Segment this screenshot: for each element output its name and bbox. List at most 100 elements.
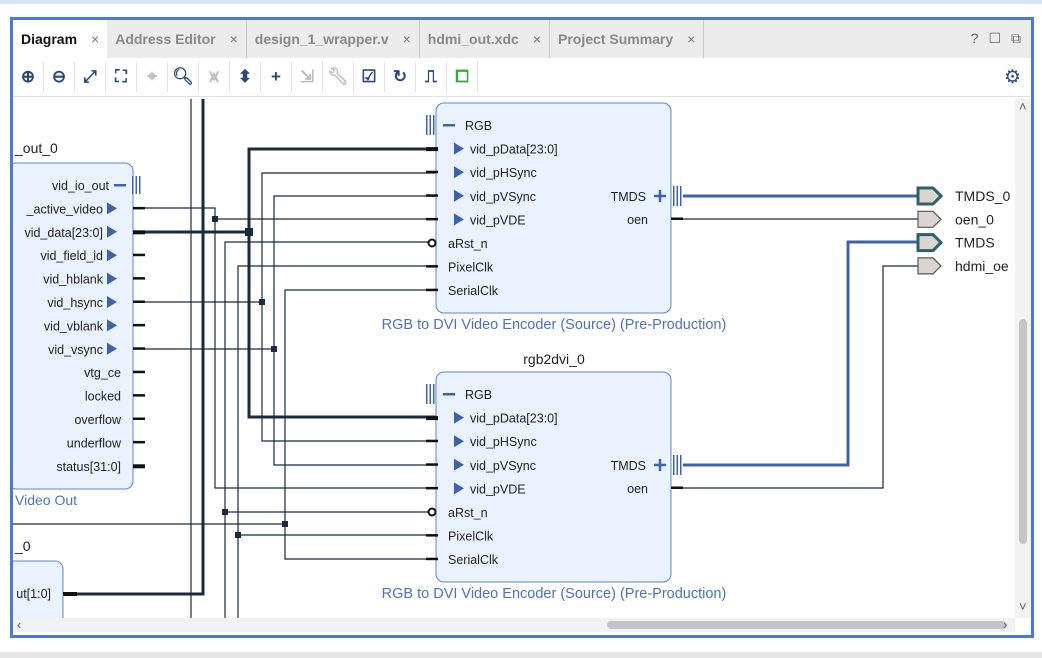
auto-connect-icon[interactable]: ⌖ bbox=[137, 62, 168, 92]
pin-label: vid_pVDE bbox=[470, 213, 526, 227]
bus-bar bbox=[135, 176, 137, 194]
tab-design-wrapper[interactable]: design_1_wrapper.v × bbox=[247, 20, 420, 58]
encoder-block-2[interactable]: rgb2dvi_0 RGB vid_pData[23:0] vid_pHSyncvid… bbox=[382, 351, 727, 602]
pin-stub bbox=[133, 440, 145, 444]
pin-label: underflow bbox=[67, 436, 122, 450]
scroll-down-icon[interactable]: ˅ bbox=[1019, 599, 1027, 614]
diagram-canvas[interactable]: _out_0 Video Out vid_io_out _active_video… bbox=[13, 99, 1015, 618]
port-label: hdmi_oe bbox=[955, 258, 1009, 274]
pin-stub bbox=[133, 417, 145, 420]
fit-full-icon[interactable]: ⤢ bbox=[75, 62, 106, 92]
bus-bar bbox=[680, 186, 682, 206]
tab-project-summary[interactable]: Project Summary × bbox=[550, 20, 705, 58]
status-strip bbox=[0, 652, 1042, 658]
pin-stub bbox=[426, 170, 438, 174]
diagram-window: Diagram × Address Editor × design_1_wrappe… bbox=[10, 17, 1034, 638]
block-caption: RGB to DVI Video Encoder (Source) (Pre-P… bbox=[382, 317, 727, 333]
add-module-icon[interactable]: ⧠ bbox=[447, 62, 478, 92]
tab-label: Diagram bbox=[21, 31, 78, 47]
pin-stub bbox=[426, 463, 438, 466]
pin-label: vid_io_out bbox=[52, 179, 110, 193]
pin-stub bbox=[426, 534, 438, 537]
regenerate-layout-icon[interactable]: ↻ bbox=[385, 62, 416, 92]
port-icon[interactable] bbox=[917, 257, 942, 275]
help-icon[interactable]: ? bbox=[971, 30, 979, 47]
block-body bbox=[435, 371, 672, 583]
tab-address-editor[interactable]: Address Editor × bbox=[107, 20, 247, 58]
float-icon[interactable]: ⧉ bbox=[1011, 30, 1021, 47]
clock-block[interactable]: _0 ut[1:0] bbox=[13, 538, 77, 618]
block-name: rgb2dvi_0 bbox=[523, 351, 585, 367]
zoom-in-icon[interactable]: ⊕ bbox=[13, 62, 44, 92]
zoom-fit-selection-icon[interactable]: ⛶ bbox=[106, 62, 137, 92]
pin-label: RGB bbox=[465, 119, 492, 133]
pin-label: aRst_n bbox=[448, 237, 488, 251]
gear-icon[interactable]: ⚙ bbox=[1004, 66, 1021, 89]
close-icon[interactable]: × bbox=[91, 31, 99, 47]
pin-label: vid_field_id bbox=[40, 249, 103, 263]
tab-diagram[interactable]: Diagram × bbox=[13, 20, 108, 58]
pin-stub bbox=[426, 416, 438, 421]
video-out-block[interactable]: _out_0 Video Out vid_io_out _active_video… bbox=[13, 140, 145, 508]
tab-bar: Diagram × Address Editor × design_1_wrappe… bbox=[13, 20, 1031, 58]
pin-label: TMDS bbox=[611, 459, 646, 473]
block-body bbox=[435, 102, 672, 314]
zoom-out-icon[interactable]: ⊖ bbox=[44, 62, 75, 92]
pin-stub bbox=[426, 217, 438, 221]
pin-label: ut[1:0] bbox=[16, 587, 51, 601]
port-label: oen_0 bbox=[955, 211, 994, 227]
horizontal-scroll-thumb[interactable] bbox=[607, 621, 1007, 629]
close-icon[interactable]: × bbox=[230, 31, 238, 47]
top-strip bbox=[0, 0, 1042, 4]
encoder-block-1[interactable]: RGB vid_pData[23:0] vid_pHSync vid_pVSyncvi… bbox=[382, 102, 727, 333]
port-icon[interactable] bbox=[916, 186, 944, 206]
scroll-right-icon[interactable]: › bbox=[1003, 617, 1007, 632]
search-icon[interactable]: 🔍︎ bbox=[168, 62, 199, 92]
add-ip-icon[interactable]: + bbox=[261, 62, 292, 92]
port-icon[interactable] bbox=[917, 210, 942, 228]
pin-label: TMDS bbox=[611, 190, 646, 204]
pin-stub bbox=[426, 486, 438, 490]
tab-hdmi-xdc[interactable]: hdmi_out.xdc × bbox=[420, 20, 550, 58]
vertical-scroll-thumb[interactable] bbox=[1019, 319, 1027, 544]
block-caption: RGB to DVI Video Encoder (Source) (Pre-P… bbox=[382, 586, 727, 602]
vertical-scrollbar[interactable]: ˄ ˅ bbox=[1015, 99, 1031, 618]
validate-design-icon[interactable]: ☑ bbox=[354, 62, 385, 92]
pin-label: oen bbox=[627, 213, 648, 227]
scroll-left-icon[interactable]: ‹ bbox=[17, 617, 21, 632]
scroll-up-icon[interactable]: ˄ bbox=[1019, 99, 1027, 114]
pin-label: vid_pData[23:0] bbox=[470, 143, 558, 157]
pin-label: vid_vsync bbox=[48, 343, 103, 357]
block-name: _out_0 bbox=[14, 140, 58, 156]
external-ports: TMDS_0 oen_0 TMDS hdmi_oe bbox=[916, 186, 1010, 275]
pin-stub bbox=[133, 323, 145, 327]
pin-stub bbox=[426, 557, 438, 561]
bus-bar bbox=[429, 115, 431, 135]
toolbar: ⊕ ⊖ ⤢ ⛶ ⌖ 🔍︎ ⩙ ⬍ + ⇲ 🔧︎ ☑ ↻ ⎍ ⧠ ⚙ bbox=[13, 58, 1031, 97]
port-icon[interactable] bbox=[916, 233, 944, 253]
close-icon[interactable]: × bbox=[687, 31, 695, 47]
pin-label: vid_pVSync bbox=[470, 459, 536, 473]
pin-stub bbox=[426, 147, 438, 152]
expand-all-icon[interactable]: ⬍ bbox=[230, 62, 261, 92]
pin-stub bbox=[671, 486, 683, 489]
tab-label: Address Editor bbox=[115, 31, 216, 47]
maximize-icon[interactable]: ☐ bbox=[988, 30, 1001, 47]
pin-stub bbox=[133, 277, 145, 280]
collapse-all-icon[interactable]: ⩙ bbox=[199, 62, 230, 92]
block-caption: Video Out bbox=[15, 492, 77, 508]
optimize-routing-icon[interactable]: ⎍ bbox=[416, 62, 447, 92]
bus-bar bbox=[132, 176, 134, 194]
bus-bar bbox=[139, 176, 141, 194]
close-icon[interactable]: × bbox=[403, 31, 411, 47]
pin-label: SerialClk bbox=[448, 284, 499, 298]
close-icon[interactable]: × bbox=[533, 31, 541, 47]
pin-label: vid_vblank bbox=[44, 319, 104, 333]
pin-label: vid_pVDE bbox=[470, 482, 526, 496]
pin-stub bbox=[133, 370, 145, 374]
properties-wrench-icon[interactable]: 🔧︎ bbox=[323, 62, 354, 92]
pin-label: _active_video bbox=[26, 202, 103, 216]
horizontal-scrollbar[interactable]: ‹ › bbox=[13, 617, 1015, 632]
make-external-icon[interactable]: ⇲ bbox=[292, 62, 323, 92]
pin-label: vid_data[23:0] bbox=[24, 226, 103, 240]
